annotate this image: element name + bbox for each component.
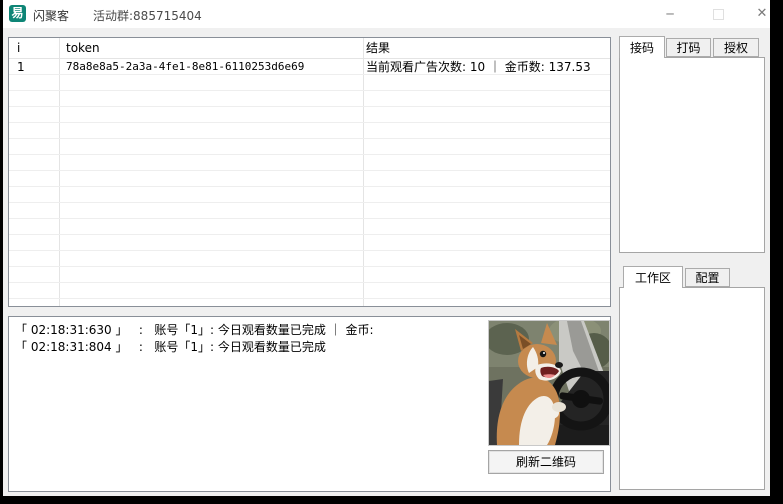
- maximize-button: [699, 0, 737, 28]
- tab-authorize[interactable]: 授权: [713, 38, 759, 57]
- minimize-button[interactable]: ─: [651, 0, 689, 28]
- qr-area-photo: [488, 320, 610, 446]
- workspace-panel: [619, 287, 765, 490]
- cell-result: 当前观看广告次数: 10 ｜ 金币数: 137.53: [366, 59, 591, 75]
- tab-captcha[interactable]: 打码: [666, 38, 711, 57]
- column-header-result[interactable]: 结果: [366, 38, 390, 58]
- activity-group-label: 活动群:885715404: [93, 7, 202, 24]
- corgi-driving-photo: [489, 321, 609, 445]
- title-bar: 易 闪聚客 活动群:885715404 ─ ✕: [3, 0, 770, 28]
- log-line: 「 02:18:31:630 」 : 账号「1」: 今日观看数量已完成 ｜ 金币…: [15, 321, 374, 338]
- log-line: 「 02:18:31:804 」 : 账号「1」: 今日观看数量已完成: [15, 338, 326, 355]
- column-header-i[interactable]: i: [17, 38, 20, 58]
- window-title: 闪聚客: [33, 7, 69, 24]
- tab-receive-code[interactable]: 接码: [619, 36, 665, 58]
- account-panel: [619, 57, 765, 253]
- maximize-icon: [713, 9, 724, 20]
- table-row[interactable]: 1 78a8e8a5-2a3a-4fe1-8e81-6110253d6e69 当…: [9, 59, 610, 75]
- table-header[interactable]: i token 结果: [9, 38, 610, 59]
- close-button[interactable]: ✕: [743, 0, 781, 28]
- tab-config[interactable]: 配置: [685, 268, 730, 287]
- refresh-qrcode-button[interactable]: 刷新二维码: [488, 450, 604, 474]
- app-window: 易 闪聚客 活动群:885715404 ─ ✕ i token 结果 1 78a…: [3, 0, 770, 496]
- log-output-box[interactable]: 「 02:18:31:630 」 : 账号「1」: 今日观看数量已完成 ｜ 金币…: [8, 316, 611, 492]
- table-body: 1 78a8e8a5-2a3a-4fe1-8e81-6110253d6e69 当…: [9, 59, 610, 306]
- tab-workspace[interactable]: 工作区: [623, 266, 683, 288]
- cell-token: 78a8e8a5-2a3a-4fe1-8e81-6110253d6e69: [66, 59, 304, 75]
- cell-index: 1: [17, 59, 25, 75]
- column-header-token[interactable]: token: [66, 38, 100, 58]
- accounts-table[interactable]: i token 结果 1 78a8e8a5-2a3a-4fe1-8e81-611…: [8, 37, 611, 307]
- app-logo-icon: 易: [9, 5, 26, 22]
